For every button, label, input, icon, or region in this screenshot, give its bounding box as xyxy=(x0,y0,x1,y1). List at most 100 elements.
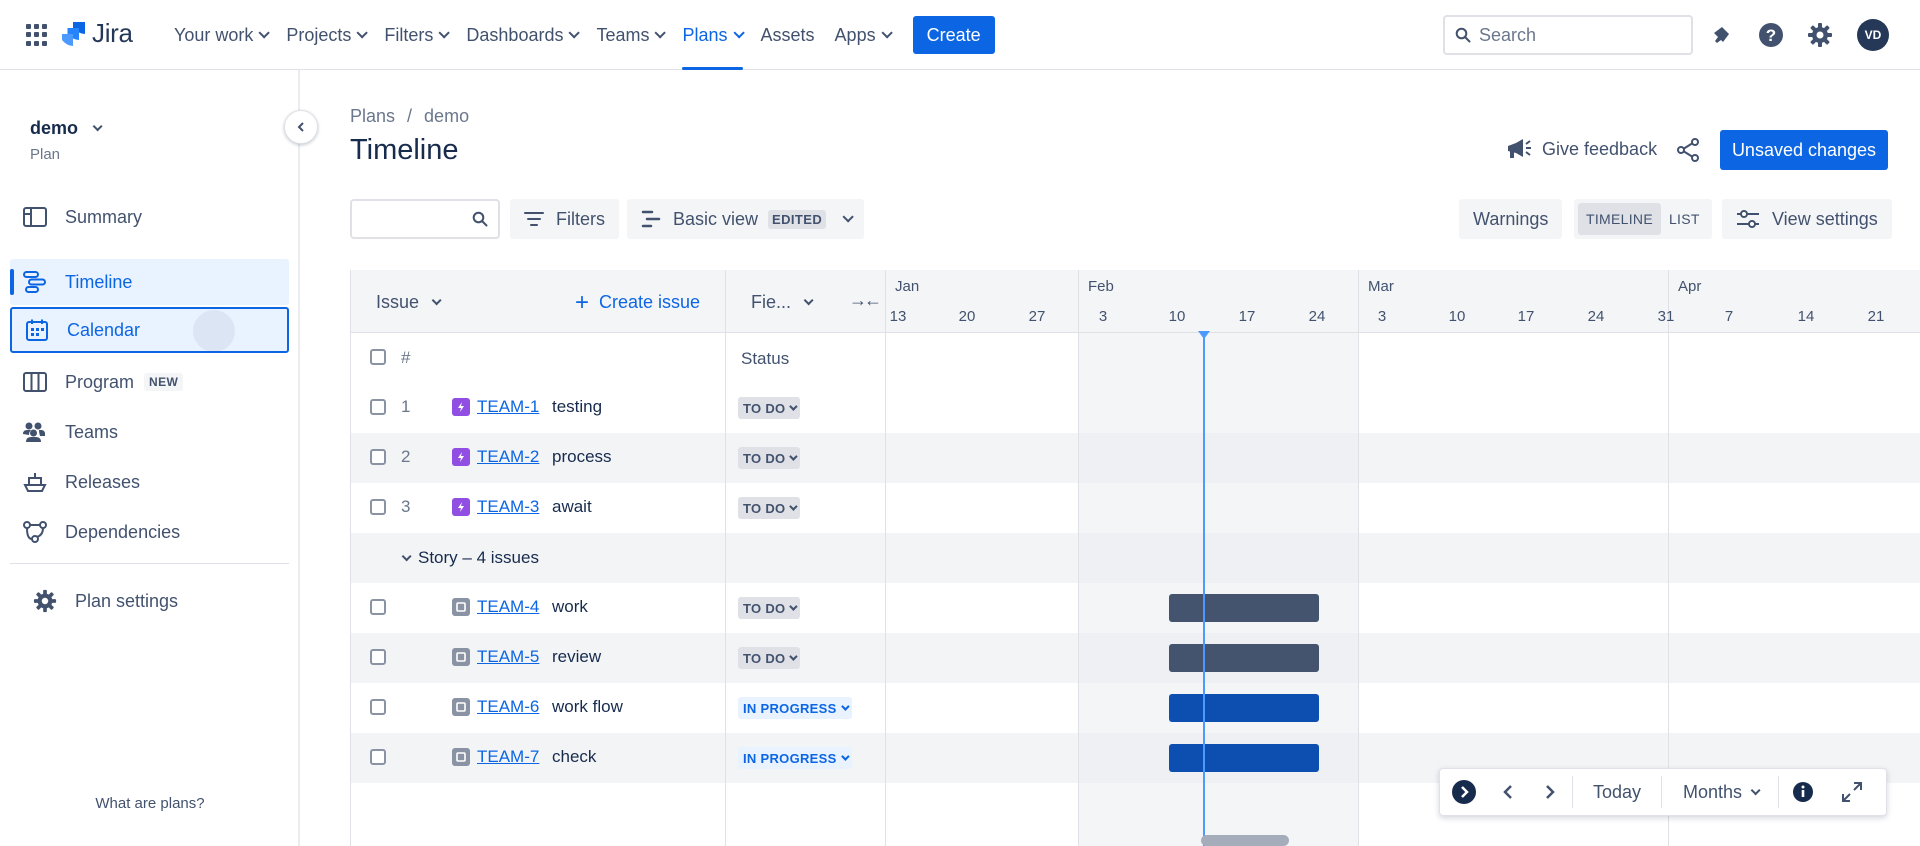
row-number: 3 xyxy=(401,497,411,516)
share-icon[interactable] xyxy=(1676,138,1700,167)
sidebar-item-summary[interactable]: Summary xyxy=(10,194,289,240)
today-button[interactable]: Today xyxy=(1573,768,1661,816)
mode-timeline-option[interactable]: TIMELINE xyxy=(1578,203,1661,235)
status-lozenge[interactable]: TO DO xyxy=(738,597,801,619)
table-row[interactable]: TEAM-6 work flow IN PROGRESS xyxy=(351,683,1920,733)
status-lozenge[interactable]: TO DO xyxy=(738,397,801,419)
nav-filters[interactable]: Filters xyxy=(374,0,456,70)
nav-label: Assets xyxy=(760,24,815,45)
issue-key-link[interactable]: TEAM-4 xyxy=(477,597,539,617)
sidebar-item-teams[interactable]: Teams xyxy=(10,409,289,455)
row-checkbox[interactable] xyxy=(370,399,386,415)
sidebar-item-program[interactable]: Program NEW xyxy=(10,359,289,405)
status-lozenge[interactable]: TO DO xyxy=(738,647,801,669)
issue-key-link[interactable]: TEAM-2 xyxy=(477,447,539,467)
schedule-bar[interactable] xyxy=(1169,644,1319,672)
collapse-controls-button[interactable] xyxy=(1440,768,1488,816)
issue-summary[interactable]: work flow xyxy=(552,697,623,717)
table-row[interactable]: 3 TEAM-3 await TO DO xyxy=(351,483,1920,533)
mode-list-option[interactable]: LIST xyxy=(1661,203,1708,235)
view-settings-button[interactable]: View settings xyxy=(1722,199,1892,239)
nav-projects[interactable]: Projects xyxy=(276,0,374,70)
issue-key-link[interactable]: TEAM-5 xyxy=(477,647,539,667)
scroll-left-button[interactable] xyxy=(1488,768,1528,816)
unsaved-changes-button[interactable]: Unsaved changes xyxy=(1720,130,1888,170)
breadcrumb-item-demo[interactable]: demo xyxy=(424,106,469,127)
user-avatar[interactable]: VD xyxy=(1857,19,1889,51)
warnings-button[interactable]: Warnings xyxy=(1459,199,1563,239)
issue-search-input[interactable] xyxy=(350,199,500,239)
table-row[interactable]: TEAM-4 work TO DO xyxy=(351,583,1920,633)
status-lozenge[interactable]: TO DO xyxy=(738,447,801,469)
scroll-right-button[interactable] xyxy=(1528,768,1572,816)
row-checkbox[interactable] xyxy=(370,599,386,615)
nav-apps[interactable]: Apps xyxy=(825,0,899,70)
schedule-bar[interactable] xyxy=(1169,594,1319,622)
issue-column-header[interactable]: Issue xyxy=(376,292,442,313)
settings-gear-icon[interactable] xyxy=(1806,21,1834,49)
nav-label: Apps xyxy=(834,24,876,45)
filters-button[interactable]: Filters xyxy=(510,199,619,239)
app-switcher-icon[interactable] xyxy=(26,24,48,46)
horizontal-scrollbar-thumb[interactable] xyxy=(1201,835,1289,846)
issue-key-link[interactable]: TEAM-3 xyxy=(477,497,539,517)
help-icon[interactable]: ? xyxy=(1757,21,1785,49)
issue-summary[interactable]: await xyxy=(552,497,592,517)
nav-your-work[interactable]: Your work xyxy=(164,0,276,70)
project-switcher[interactable]: demo xyxy=(30,118,103,139)
sidebar-item-releases[interactable]: Releases xyxy=(10,459,289,505)
nav-plans[interactable]: Plans xyxy=(672,0,750,70)
story-group-header[interactable]: Story – 4 issues xyxy=(401,548,539,568)
sidebar-item-dependencies[interactable]: Dependencies xyxy=(10,509,289,555)
row-checkbox[interactable] xyxy=(370,649,386,665)
group-row[interactable]: Story – 4 issues xyxy=(351,533,1920,583)
select-all-checkbox[interactable] xyxy=(370,349,386,365)
issue-key-link[interactable]: TEAM-1 xyxy=(477,397,539,417)
collapse-sidebar-button[interactable] xyxy=(284,110,318,144)
sidebar-item-calendar[interactable]: Calendar xyxy=(10,307,289,353)
nav-dashboards[interactable]: Dashboards xyxy=(456,0,586,70)
table-row[interactable]: TEAM-5 review TO DO xyxy=(351,633,1920,683)
what-are-plans-link[interactable]: What are plans? xyxy=(0,795,300,812)
group-label: Story – 4 issues xyxy=(418,548,539,567)
row-checkbox[interactable] xyxy=(370,749,386,765)
give-feedback-button[interactable]: Give feedback xyxy=(1506,138,1657,160)
schedule-bar[interactable] xyxy=(1169,694,1319,722)
issue-summary[interactable]: check xyxy=(552,747,596,767)
schedule-bar[interactable] xyxy=(1169,744,1319,772)
nav-teams[interactable]: Teams xyxy=(586,0,672,70)
summary-icon xyxy=(22,204,48,230)
status-lozenge[interactable]: TO DO xyxy=(738,497,801,519)
issue-key-link[interactable]: TEAM-7 xyxy=(477,747,539,767)
nav-assets[interactable]: Assets xyxy=(751,0,825,70)
sidebar-item-timeline[interactable]: Timeline xyxy=(10,259,289,305)
issue-summary[interactable]: testing xyxy=(552,397,602,417)
row-checkbox[interactable] xyxy=(370,449,386,465)
notifications-icon[interactable] xyxy=(1707,21,1735,49)
issue-key-link[interactable]: TEAM-6 xyxy=(477,697,539,717)
row-checkbox[interactable] xyxy=(370,699,386,715)
fullscreen-icon[interactable] xyxy=(1827,768,1877,816)
fields-column-header[interactable]: Fie... xyxy=(751,292,814,313)
info-icon[interactable] xyxy=(1779,768,1827,816)
sidebar-item-plan-settings[interactable]: Plan settings xyxy=(10,578,289,624)
collapse-fields-icon[interactable]: →← xyxy=(849,290,882,311)
table-row[interactable]: 1 TEAM-1 testing TO DO xyxy=(351,383,1920,433)
create-button[interactable]: Create xyxy=(912,16,995,54)
issue-summary[interactable]: process xyxy=(552,447,612,467)
issue-summary[interactable]: work xyxy=(552,597,588,617)
jira-logo[interactable]: Jira xyxy=(62,18,133,49)
timescale-select[interactable]: Months xyxy=(1662,768,1778,816)
view-selector-button[interactable]: Basic view EDITED xyxy=(627,199,865,239)
month-label: Mar xyxy=(1368,278,1394,295)
table-row[interactable]: 2 TEAM-2 process TO DO xyxy=(351,433,1920,483)
create-issue-button[interactable]: + Create issue xyxy=(575,290,700,314)
issue-summary[interactable]: review xyxy=(552,647,601,667)
status-lozenge[interactable]: IN PROGRESS xyxy=(738,697,852,719)
global-search-input[interactable]: Search xyxy=(1443,15,1693,55)
story-icon xyxy=(452,648,470,666)
row-checkbox[interactable] xyxy=(370,499,386,515)
breadcrumb-item-plans[interactable]: Plans xyxy=(350,106,395,127)
status-column-header: Status xyxy=(741,349,790,368)
status-lozenge[interactable]: IN PROGRESS xyxy=(738,747,852,769)
